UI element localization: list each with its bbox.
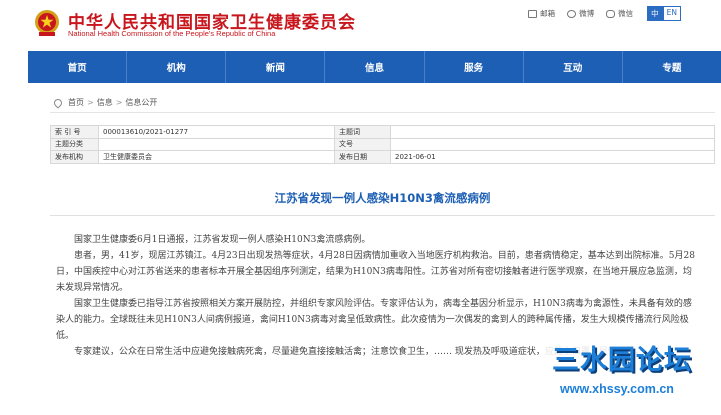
meta-key: 发布日期 — [334, 150, 391, 164]
top-links: 邮箱 微博 微信 中 EN — [520, 6, 681, 21]
nav-item-interaction[interactable]: 互动 — [524, 51, 623, 83]
nav-item-home[interactable]: 首页 — [28, 51, 128, 83]
watermark: 三水园论坛 www.xhssy.com.cn — [540, 332, 721, 415]
mail-icon — [528, 9, 538, 18]
table-row: 主题分类 文号 — [50, 137, 715, 151]
site-subtitle: National Health Commission of the People… — [68, 29, 276, 38]
divider — [50, 215, 715, 216]
breadcrumb-separator: > — [115, 98, 123, 107]
nav-item-news[interactable]: 新闻 — [226, 51, 326, 83]
meta-value: 000013610/2021-01277 — [98, 125, 335, 139]
breadcrumb-home[interactable]: 首页 — [68, 97, 84, 108]
location-pin-icon — [52, 96, 64, 109]
meta-key: 发布机构 — [50, 150, 99, 164]
meta-key: 主题分类 — [50, 137, 99, 151]
meta-value: 卫生健康委员会 — [98, 150, 335, 164]
lang-en-button[interactable]: EN — [662, 6, 681, 21]
breadcrumb-separator: > — [87, 98, 94, 107]
weibo-link[interactable]: 微博 — [567, 8, 594, 19]
main-nav: 首页 机构 新闻 信息 服务 互动 专题 — [28, 51, 721, 83]
meta-value — [390, 137, 715, 151]
article-paragraph: 患者，男，41岁，现居江苏镇江。4月23日出现发热等症状，4月28日因病情加重收… — [56, 251, 695, 293]
meta-value: 2021-06-01 — [390, 150, 715, 164]
article-paragraph: 国家卫生健康委6月1日通报，江苏省发现一例人感染H10N3禽流感病例。 — [74, 235, 371, 245]
wechat-link[interactable]: 微信 — [606, 8, 633, 19]
meta-value — [390, 125, 715, 139]
site-header: 中华人民共和国国家卫生健康委员会 National Health Commiss… — [0, 0, 721, 50]
nav-item-topics[interactable]: 专题 — [623, 51, 721, 83]
metadata-table: 索 引 号 000013610/2021-01277 主题词 主题分类 文号 发… — [50, 125, 715, 164]
wechat-icon — [606, 9, 616, 18]
breadcrumb-disclosure[interactable]: 信息公开 — [125, 97, 157, 108]
breadcrumb: 首页 > 信息 > 信息公开 — [50, 93, 715, 113]
language-switch: 中 EN — [647, 6, 681, 21]
breadcrumb-info[interactable]: 信息 — [97, 97, 113, 108]
weibo-icon — [567, 9, 577, 18]
watermark-url: www.xhssy.com.cn — [560, 382, 674, 396]
lang-cn-button[interactable]: 中 — [647, 6, 663, 21]
meta-key: 文号 — [334, 137, 391, 151]
meta-key: 主题词 — [334, 125, 391, 139]
article-title: 江苏省发现一例人感染H10N3禽流感病例 — [274, 191, 491, 205]
watermark-logo-text: 三水园论坛 — [552, 345, 692, 376]
meta-key: 索 引 号 — [50, 125, 99, 139]
nav-item-information[interactable]: 信息 — [325, 51, 425, 83]
mail-link[interactable]: 邮箱 — [528, 8, 555, 19]
table-row: 索 引 号 000013610/2021-01277 主题词 — [50, 125, 715, 139]
nav-item-institutions[interactable]: 机构 — [127, 51, 227, 83]
meta-value — [98, 137, 335, 151]
nav-item-services[interactable]: 服务 — [425, 51, 524, 83]
national-emblem-icon[interactable] — [33, 8, 61, 38]
table-row: 发布机构 卫生健康委员会 发布日期 2021-06-01 — [50, 150, 715, 164]
